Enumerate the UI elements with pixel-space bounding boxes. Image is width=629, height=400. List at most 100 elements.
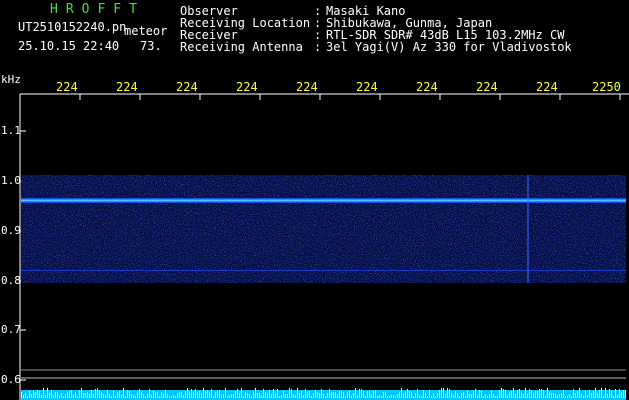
strength-peak — [279, 396, 280, 398]
strength-peak — [585, 391, 586, 398]
strength-peak — [113, 391, 114, 398]
strength-peak — [73, 395, 74, 398]
strength-peak — [487, 396, 488, 398]
strength-peak — [577, 391, 578, 398]
strength-peak — [591, 393, 592, 398]
strength-peak — [275, 393, 276, 398]
strength-peak — [549, 392, 550, 398]
strength-peak — [529, 389, 530, 398]
strength-peak — [545, 396, 546, 398]
strength-peak — [441, 388, 442, 398]
strength-peak — [197, 392, 198, 398]
strength-peak — [49, 393, 50, 398]
strength-peak — [501, 388, 502, 398]
strength-peak — [459, 396, 460, 398]
strength-peak — [429, 390, 430, 398]
strength-peak — [481, 391, 482, 398]
strength-peak — [63, 396, 64, 398]
strength-peak — [373, 391, 374, 398]
strength-peak — [151, 395, 152, 398]
strength-peak — [609, 389, 610, 398]
strength-peak — [267, 393, 268, 398]
strength-peak — [439, 390, 440, 398]
strength-peak — [255, 388, 256, 398]
strength-peak — [445, 394, 446, 398]
strength-peak — [309, 391, 310, 398]
strength-peak — [179, 392, 180, 398]
strength-peak — [251, 396, 252, 398]
strength-peak — [391, 395, 392, 398]
strength-peak — [299, 393, 300, 398]
strength-peak — [315, 390, 316, 398]
strength-peak — [265, 392, 266, 398]
strength-peak — [159, 396, 160, 398]
strength-peak — [121, 395, 122, 398]
strength-peak — [185, 391, 186, 398]
strength-peak — [171, 396, 172, 398]
strength-peak — [371, 394, 372, 398]
strength-peak — [195, 389, 196, 398]
strength-peak — [85, 393, 86, 398]
strength-peak — [65, 394, 66, 398]
strength-peak — [583, 396, 584, 398]
strength-peak — [499, 390, 500, 398]
strength-peak — [519, 389, 520, 398]
strength-peak — [417, 389, 418, 398]
strength-peak — [145, 396, 146, 398]
strength-peak — [503, 389, 504, 398]
strength-peak — [559, 394, 560, 398]
strength-peak — [531, 390, 532, 398]
strength-peak — [23, 395, 24, 398]
strength-peak — [131, 394, 132, 398]
strength-peak — [539, 389, 540, 398]
strength-peak — [611, 391, 612, 398]
strength-peak — [341, 391, 342, 398]
strength-peak — [259, 393, 260, 398]
strength-peak — [115, 396, 116, 398]
strength-peak — [45, 395, 46, 398]
strength-peak — [139, 389, 140, 398]
strength-peak — [475, 389, 476, 398]
strength-peak — [597, 393, 598, 398]
strength-peak — [293, 394, 294, 398]
strength-peak — [453, 395, 454, 398]
strength-peak — [419, 395, 420, 398]
strength-peak — [397, 394, 398, 398]
strength-peak — [107, 390, 108, 398]
strength-peak — [451, 393, 452, 398]
spectrogram — [19, 93, 629, 400]
strength-peak — [625, 390, 626, 398]
strength-peak — [95, 389, 96, 398]
strength-peak — [53, 395, 54, 398]
strength-peak — [593, 391, 594, 398]
meteor-streak — [527, 175, 529, 283]
strength-peak — [551, 393, 552, 398]
strength-peak — [433, 393, 434, 398]
strength-peak — [155, 393, 156, 398]
strength-peak — [509, 392, 510, 398]
time-ticks — [79, 94, 621, 100]
strength-peak — [241, 388, 242, 398]
strength-peak — [43, 388, 44, 398]
strength-peak — [311, 396, 312, 398]
strength-peak — [305, 389, 306, 398]
strength-peak — [283, 391, 284, 398]
strength-peak — [461, 393, 462, 398]
strength-peak — [615, 389, 616, 398]
strength-peak — [565, 396, 566, 398]
strength-peak — [217, 391, 218, 398]
strength-peak — [483, 396, 484, 398]
strength-peak — [457, 393, 458, 398]
strength-peak — [285, 394, 286, 398]
strength-peak — [467, 391, 468, 398]
strength-peak — [245, 392, 246, 398]
strength-peak — [543, 390, 544, 398]
strength-peak — [41, 395, 42, 398]
strength-peak — [261, 395, 262, 398]
strength-peak — [421, 396, 422, 398]
strength-peak — [617, 395, 618, 398]
strength-peak — [563, 390, 564, 398]
strength-peak — [589, 390, 590, 398]
strength-peak — [205, 391, 206, 398]
strength-peak — [187, 388, 188, 398]
